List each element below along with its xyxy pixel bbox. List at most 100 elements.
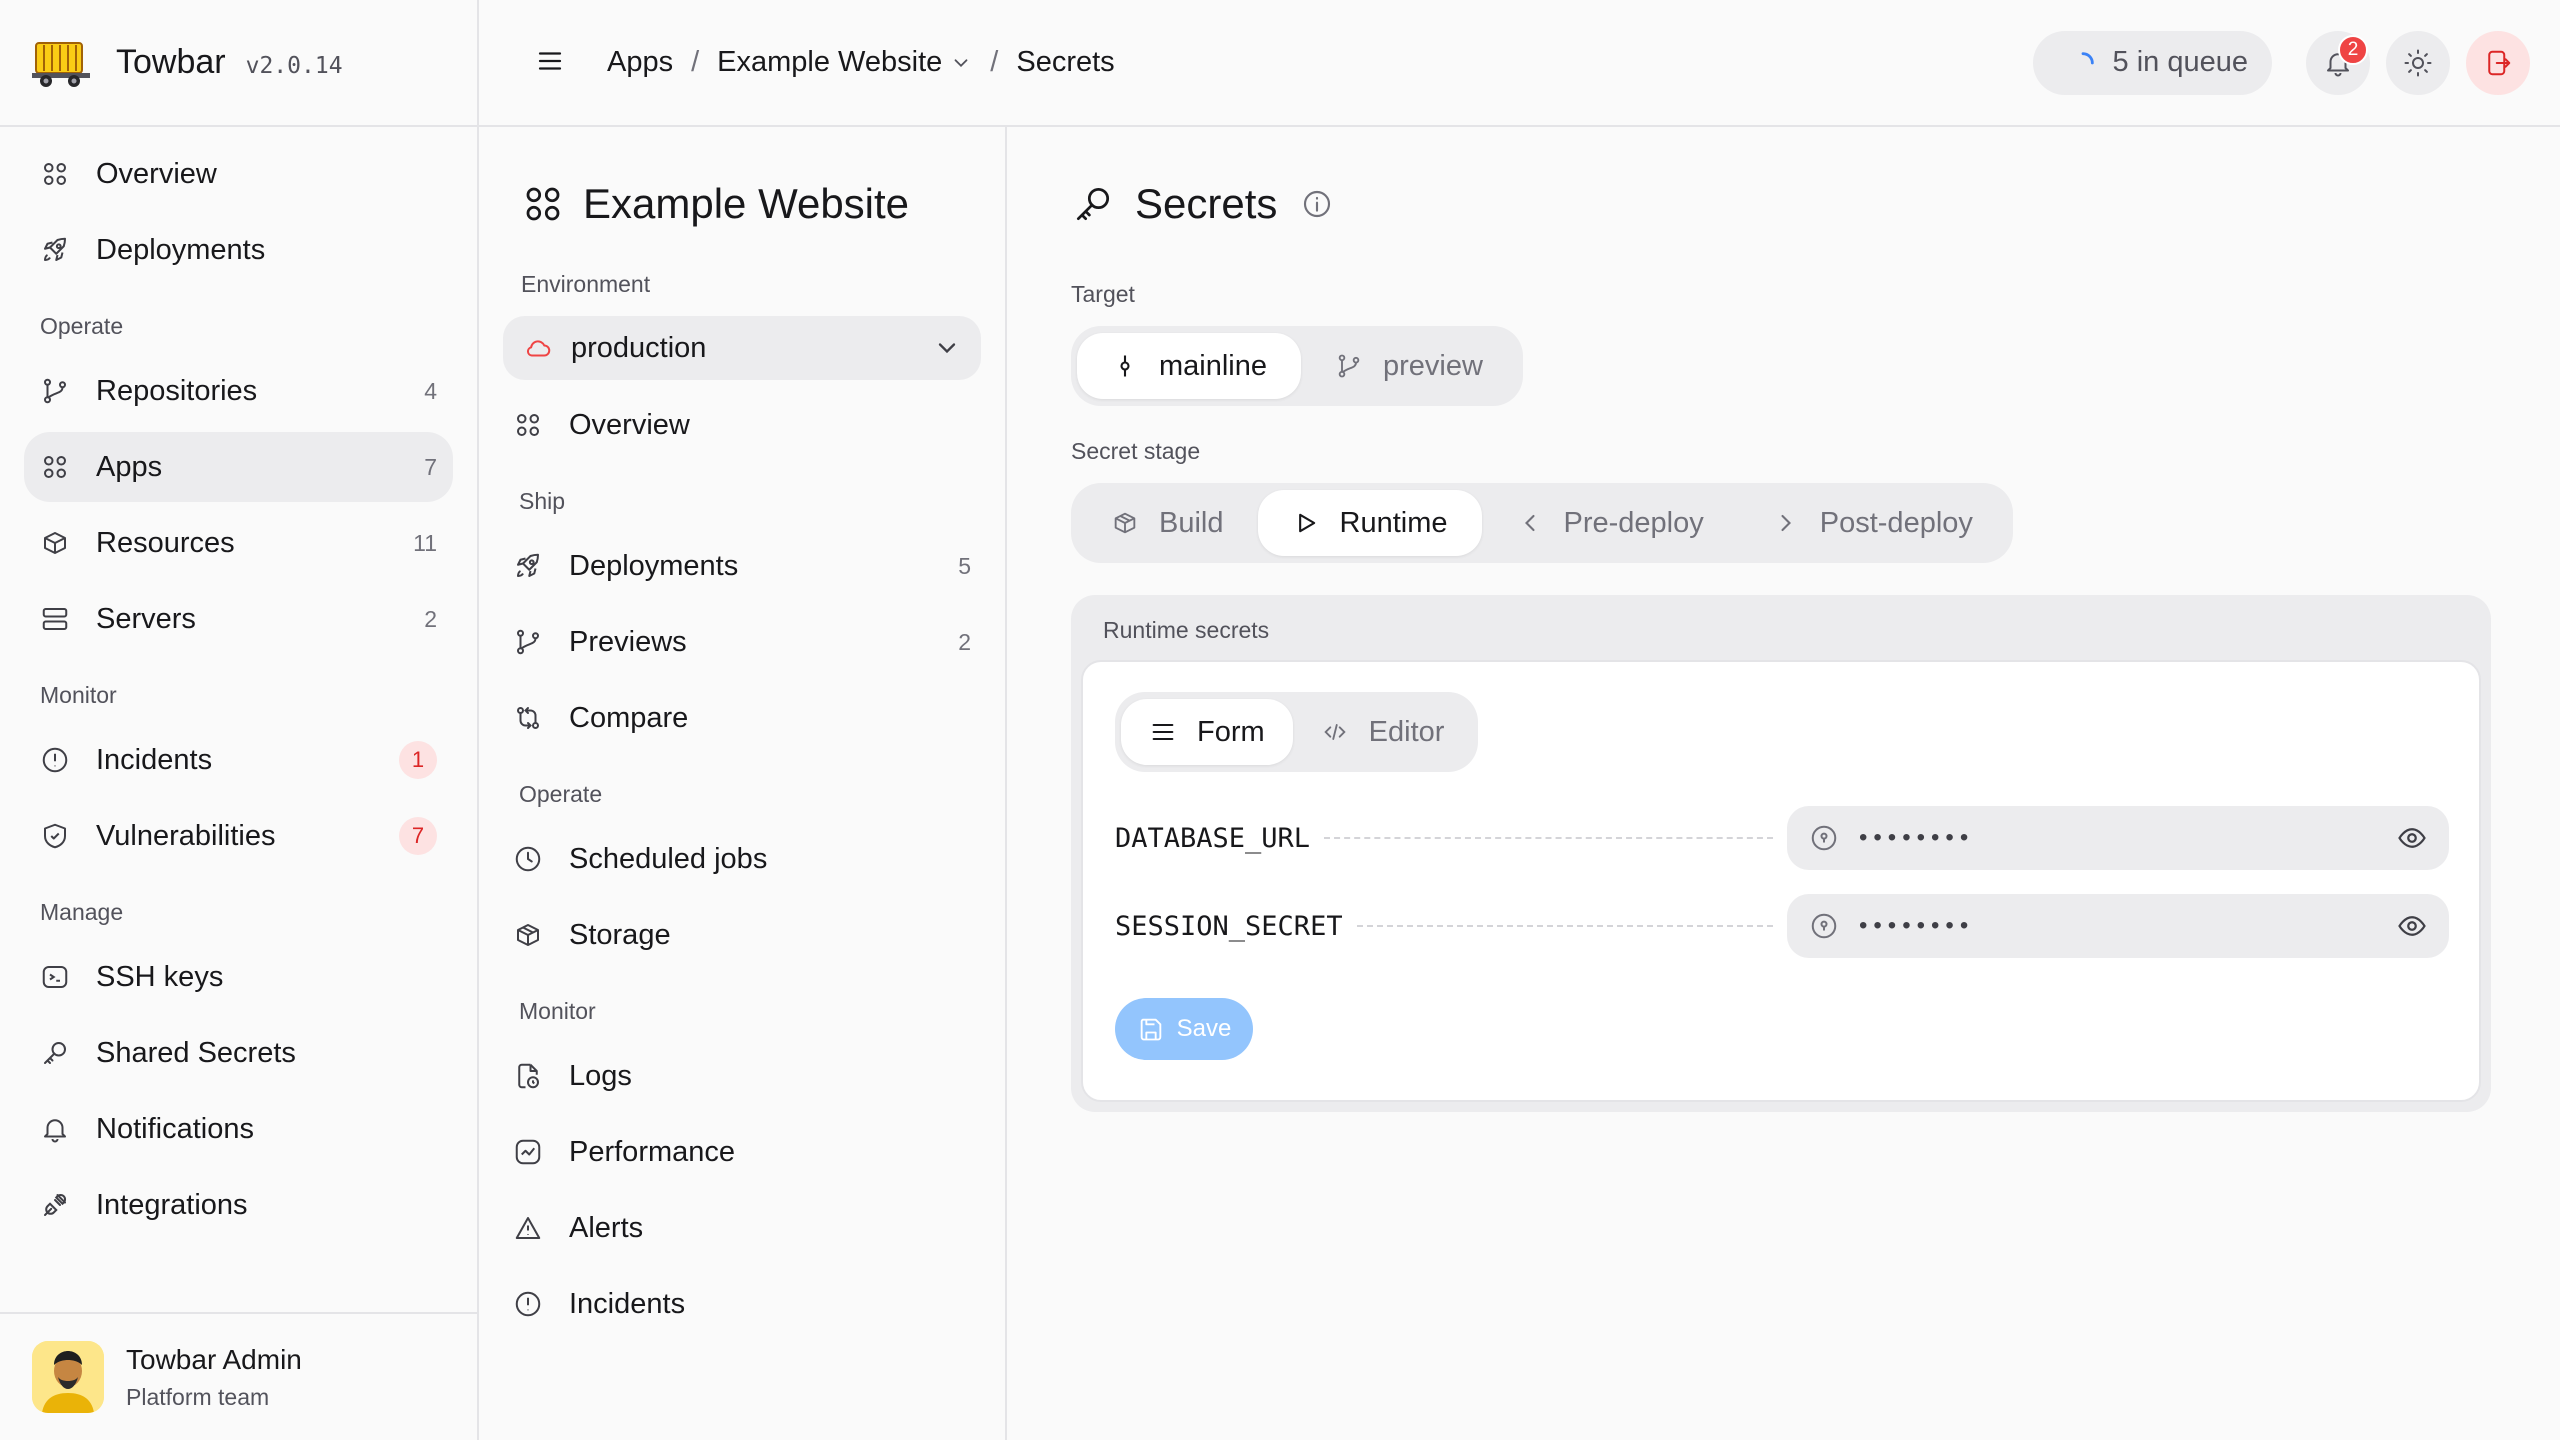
chevron-left-icon: [1516, 509, 1546, 537]
sidebar-item-label: Apps: [96, 450, 163, 483]
grid-icon: [40, 159, 70, 189]
app-nav-alerts[interactable]: Alerts: [497, 1193, 987, 1263]
activity-icon: [513, 1137, 543, 1167]
logout-button[interactable]: [2466, 30, 2530, 95]
git-branch-icon: [1335, 352, 1365, 380]
grid-icon: [521, 182, 565, 226]
play-icon: [1292, 509, 1322, 537]
app-nav-label: Deployments: [569, 549, 739, 582]
sidebar-item-repositories[interactable]: Repositories 4: [24, 356, 453, 426]
secret-stage-label: Secret stage: [1071, 438, 1201, 464]
stage-build-label: Build: [1159, 506, 1224, 539]
user-team: Platform team: [126, 1383, 270, 1410]
app-nav-logs[interactable]: Logs: [497, 1041, 987, 1111]
shield-check-icon: [40, 821, 70, 851]
stage-build[interactable]: Build: [1077, 490, 1258, 556]
plug-icon: [40, 1190, 70, 1220]
sidebar-item-overview[interactable]: Overview: [24, 139, 453, 209]
app-nav-label: Compare: [569, 701, 689, 734]
rocket-icon: [513, 551, 543, 581]
theme-toggle-button[interactable]: [2386, 30, 2450, 95]
sidebar-item-shared-secrets[interactable]: Shared Secrets: [24, 1018, 453, 1088]
sidebar-item-label: Overview: [96, 157, 217, 190]
sidebar-item-servers[interactable]: Servers 2: [24, 584, 453, 654]
stage-pre-deploy[interactable]: Pre-deploy: [1482, 490, 1738, 556]
queue-status-button[interactable]: 5 in queue: [2032, 30, 2272, 95]
app-navigation: Example Website Environment production O…: [479, 127, 1007, 1440]
target-mainline-label: mainline: [1159, 349, 1267, 382]
secret-row: SESSION_SECRET ••••••••: [1115, 894, 2449, 958]
app-nav-section-monitor: Monitor: [519, 998, 596, 1024]
stage-post-deploy[interactable]: Post-deploy: [1738, 490, 2007, 556]
top-bar: Apps / Example Website / Secrets 5 in qu…: [479, 0, 2560, 127]
stage-runtime[interactable]: Runtime: [1257, 490, 1482, 556]
brand-name: Towbar: [116, 43, 226, 81]
sidebar-item-vulnerabilities[interactable]: Vulnerabilities 7: [24, 801, 453, 871]
mode-editor[interactable]: Editor: [1293, 699, 1473, 765]
sidebar-item-label: Deployments: [96, 233, 266, 266]
grid-icon: [513, 410, 543, 440]
secret-value-input[interactable]: ••••••••: [1787, 894, 2449, 958]
sidebar-item-incidents[interactable]: Incidents 1: [24, 725, 453, 795]
mode-editor-label: Editor: [1368, 715, 1445, 748]
list-icon: [1149, 718, 1179, 746]
main-sidebar: Towbar v2.0.14 Overview Deployments Oper…: [0, 0, 479, 1440]
chevron-down-icon[interactable]: [950, 52, 972, 74]
breadcrumb-example-website[interactable]: Example Website: [717, 46, 942, 79]
sidebar-item-notifications[interactable]: Notifications: [24, 1094, 453, 1164]
eye-icon[interactable]: [2397, 823, 2427, 853]
chevron-down-icon: [933, 334, 961, 362]
user-profile[interactable]: Towbar Admin Platform team: [0, 1312, 477, 1440]
target-preview-label: preview: [1383, 349, 1483, 382]
app-nav-previews[interactable]: Previews 2: [497, 607, 987, 677]
app-nav-label: Logs: [569, 1059, 632, 1092]
stage-pre-deploy-label: Pre-deploy: [1563, 506, 1704, 539]
app-nav-overview[interactable]: Overview: [497, 390, 987, 460]
app-nav-label: Previews: [569, 625, 687, 658]
notifications-button[interactable]: 2: [2306, 30, 2370, 95]
git-commit-icon: [1111, 352, 1141, 380]
app-nav-compare[interactable]: Compare: [497, 683, 987, 753]
app-nav-storage[interactable]: Storage: [497, 900, 987, 970]
terminal-icon: [40, 962, 70, 992]
info-icon[interactable]: [1301, 188, 1333, 220]
cube-icon: [40, 528, 70, 558]
sidebar-item-integrations[interactable]: Integrations: [24, 1170, 453, 1240]
stage-runtime-label: Runtime: [1339, 506, 1448, 539]
sidebar-nav: Overview Deployments Operate Repositorie…: [0, 127, 477, 1240]
app-nav-scheduled-jobs[interactable]: Scheduled jobs: [497, 824, 987, 894]
breadcrumb-apps[interactable]: Apps: [607, 46, 673, 79]
sidebar-item-apps[interactable]: Apps 7: [24, 432, 453, 502]
user-name: Towbar Admin: [126, 1343, 302, 1375]
app-nav-incidents[interactable]: Incidents: [497, 1269, 987, 1339]
sun-icon: [2403, 48, 2433, 78]
secret-key: SESSION_SECRET: [1115, 910, 1343, 942]
app-nav-section-ship: Ship: [519, 488, 566, 514]
app-nav-deployments[interactable]: Deployments 5: [497, 531, 987, 601]
row-divider: [1356, 925, 1773, 927]
sidebar-item-label: Notifications: [96, 1112, 254, 1145]
breadcrumb-separator: /: [990, 46, 999, 78]
server-icon: [40, 604, 70, 634]
secret-masked-value: ••••••••: [1859, 912, 1975, 939]
lock-icon: [1809, 911, 1839, 941]
sidebar-item-label: Resources: [96, 526, 235, 559]
sidebar-item-resources[interactable]: Resources 11: [24, 508, 453, 578]
grid-icon: [40, 452, 70, 482]
target-mainline[interactable]: mainline: [1077, 333, 1301, 399]
brand[interactable]: Towbar v2.0.14: [0, 0, 477, 127]
save-button[interactable]: Save: [1115, 998, 1253, 1060]
mode-form-label: Form: [1197, 715, 1265, 748]
mode-form[interactable]: Form: [1121, 699, 1293, 765]
secret-row: DATABASE_URL ••••••••: [1115, 806, 2449, 870]
sidebar-item-ssh-keys[interactable]: SSH keys: [24, 942, 453, 1012]
menu-icon[interactable]: [535, 46, 565, 80]
environment-select[interactable]: production: [503, 316, 981, 380]
sidebar-item-deployments[interactable]: Deployments: [24, 215, 453, 285]
sidebar-item-label: Shared Secrets: [96, 1036, 296, 1069]
target-preview[interactable]: preview: [1301, 333, 1517, 399]
eye-icon[interactable]: [2397, 911, 2427, 941]
secret-value-input[interactable]: ••••••••: [1787, 806, 2449, 870]
alert-circle-icon: [40, 745, 70, 775]
app-nav-performance[interactable]: Performance: [497, 1117, 987, 1187]
